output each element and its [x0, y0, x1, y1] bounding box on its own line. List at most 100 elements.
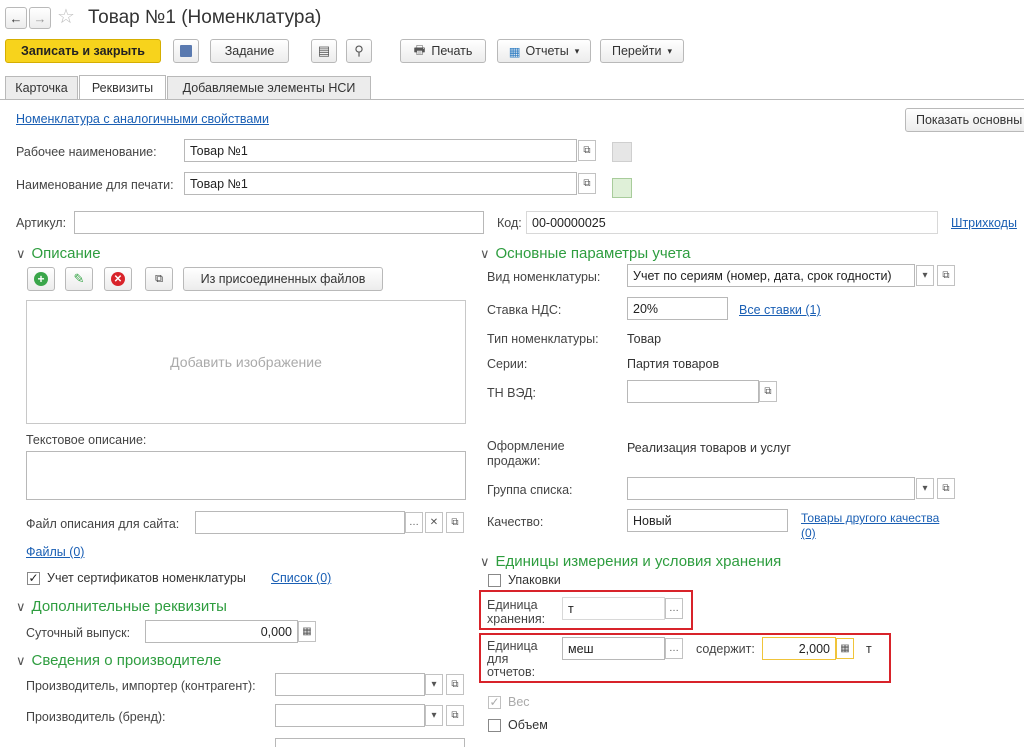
daily-output-calc-button[interactable]: ▦ — [298, 621, 316, 642]
article-label: Артикул: — [16, 216, 67, 230]
weight-checkbox[interactable]: ✓ — [488, 696, 501, 709]
show-main-button[interactable]: Показать основны — [905, 108, 1024, 132]
ellipsis-icon: … — [409, 517, 419, 528]
print-button[interactable]: 🖶 Печать — [400, 39, 486, 63]
units-section-header[interactable]: ∨ Единицы измерения и условия хранения — [480, 553, 781, 570]
site-file-clear-button[interactable]: ✕ — [425, 512, 443, 533]
extra-section-header[interactable]: ∨ Дополнительные реквизиты — [16, 598, 227, 615]
files-link[interactable]: Файлы (0) — [26, 545, 84, 559]
importer-dropdown-button[interactable]: ▾ — [425, 674, 443, 695]
partial-field — [275, 738, 465, 747]
tnved-input[interactable] — [627, 380, 759, 403]
chevron-down-icon: ∨ — [16, 653, 26, 668]
vat-input[interactable]: 20% — [627, 297, 728, 320]
sale-value: Реализация товаров и услуг — [627, 441, 791, 455]
brand-dropdown-button[interactable]: ▾ — [425, 705, 443, 726]
forward-button[interactable]: → — [29, 7, 51, 29]
calculator-icon: ▦ — [302, 626, 312, 637]
tnved-open-button[interactable]: ⧉ — [759, 381, 777, 402]
kind-select[interactable]: Учет по сериям (номер, дата, срок годнос… — [627, 264, 915, 287]
contains-unit: т — [866, 642, 872, 656]
daily-output-input[interactable]: 0,000 — [145, 620, 298, 643]
list-group-select[interactable] — [627, 477, 915, 500]
site-file-input[interactable] — [195, 511, 405, 534]
calculator-icon: ▦ — [840, 643, 850, 654]
site-file-open-button[interactable]: ⧉ — [446, 512, 464, 533]
volume-label: Объем — [508, 718, 548, 732]
copy-name-icon[interactable] — [612, 142, 632, 162]
other-quality-link-line2[interactable]: (0) — [801, 526, 816, 540]
open-icon: ⧉ — [942, 270, 950, 281]
site-file-select-button[interactable]: … — [405, 512, 423, 533]
save-close-button[interactable]: Записать и закрыть — [5, 39, 161, 63]
series-label: Серии: — [487, 357, 528, 371]
other-quality-link-line1[interactable]: Товары другого качества — [801, 511, 939, 525]
cert-checkbox[interactable]: ✓ — [27, 572, 40, 585]
text-description-input[interactable] — [26, 451, 466, 500]
pencil-icon: ✎ — [73, 271, 85, 286]
chevron-down-icon: ▾ — [922, 270, 928, 281]
storage-unit-input[interactable]: т — [562, 597, 665, 620]
work-name-open-button[interactable]: ⧉ — [578, 140, 596, 161]
favorite-star-icon[interactable]: ☆ — [57, 4, 75, 29]
similar-items-link[interactable]: Номенклатура с аналогичными свойствами — [16, 112, 269, 126]
tab-nsi-elements[interactable]: Добавляемые элементы НСИ — [167, 76, 371, 99]
accounting-title: Основные параметры учета — [495, 245, 691, 262]
article-input[interactable] — [74, 211, 484, 234]
brand-open-button[interactable]: ⧉ — [446, 705, 464, 726]
list-group-dropdown-button[interactable]: ▾ — [916, 478, 934, 499]
contains-calc-button[interactable]: ▦ — [836, 638, 854, 659]
cert-list-link[interactable]: Список (0) — [271, 571, 331, 585]
storage-unit-select-button[interactable]: … — [665, 598, 683, 619]
extra-title: Дополнительные реквизиты — [31, 598, 227, 615]
reports-button[interactable]: ▦ Отчеты ▾ — [497, 39, 591, 63]
contains-input[interactable]: 2,000 — [762, 637, 836, 660]
list-button[interactable]: ▤ — [311, 39, 337, 63]
volume-checkbox[interactable] — [488, 719, 501, 732]
list-group-open-button[interactable]: ⧉ — [937, 478, 955, 499]
back-button[interactable]: ← — [5, 7, 27, 29]
weight-label: Вес — [508, 695, 530, 709]
storage-unit-label-line2: хранения: — [487, 612, 546, 626]
print-name-open-button[interactable]: ⧉ — [578, 173, 596, 194]
report-unit-select-button[interactable]: … — [665, 638, 683, 659]
daily-output-value: 0,000 — [260, 624, 292, 639]
task-button[interactable]: Задание — [210, 39, 289, 63]
fill-name-icon[interactable] — [612, 178, 632, 198]
goto-label: Перейти — [611, 44, 662, 58]
tab-requisites[interactable]: Реквизиты — [79, 75, 166, 100]
report-unit-input[interactable]: меш — [562, 637, 665, 660]
manufacturer-section-header[interactable]: ∨ Сведения о производителе — [16, 652, 221, 669]
image-area[interactable]: Добавить изображение — [26, 300, 466, 424]
tab-card[interactable]: Карточка — [5, 76, 78, 99]
work-name-input[interactable]: Товар №1 — [184, 139, 577, 162]
code-input[interactable]: 00-00000025 — [526, 211, 938, 234]
attach-button[interactable]: ⚲ — [346, 39, 372, 63]
save-button[interactable] — [173, 39, 199, 63]
brand-input[interactable] — [275, 704, 425, 727]
list-group-label: Группа списка: — [487, 483, 573, 497]
contains-label: содержит: — [696, 642, 755, 656]
cert-label: Учет сертификатов номенклатуры — [47, 571, 246, 585]
all-rates-link[interactable]: Все ставки (1) — [739, 303, 821, 317]
description-section-header[interactable]: ∨ Описание — [16, 245, 101, 262]
goto-button[interactable]: Перейти ▾ — [600, 39, 684, 63]
from-files-button[interactable]: Из присоединенных файлов — [183, 267, 383, 291]
packages-checkbox[interactable] — [488, 574, 501, 587]
accounting-section-header[interactable]: ∨ Основные параметры учета — [480, 245, 691, 262]
chevron-down-icon: ▾ — [667, 45, 673, 56]
barcodes-link[interactable]: Штрихкоды — [951, 216, 1017, 230]
series-value: Партия товаров — [627, 357, 720, 371]
edit-image-button[interactable]: ✎ — [65, 267, 93, 291]
open-icon: ⧉ — [451, 517, 459, 528]
quality-input[interactable]: Новый — [627, 509, 788, 532]
kind-dropdown-button[interactable]: ▾ — [916, 265, 934, 286]
add-image-button[interactable]: + — [27, 267, 55, 291]
contains-value: 2,000 — [798, 641, 830, 656]
open-image-button[interactable]: ⧉ — [145, 267, 173, 291]
importer-input[interactable] — [275, 673, 425, 696]
delete-image-button[interactable]: ✕ — [104, 267, 132, 291]
print-name-input[interactable]: Товар №1 — [184, 172, 577, 195]
importer-open-button[interactable]: ⧉ — [446, 674, 464, 695]
kind-open-button[interactable]: ⧉ — [937, 265, 955, 286]
